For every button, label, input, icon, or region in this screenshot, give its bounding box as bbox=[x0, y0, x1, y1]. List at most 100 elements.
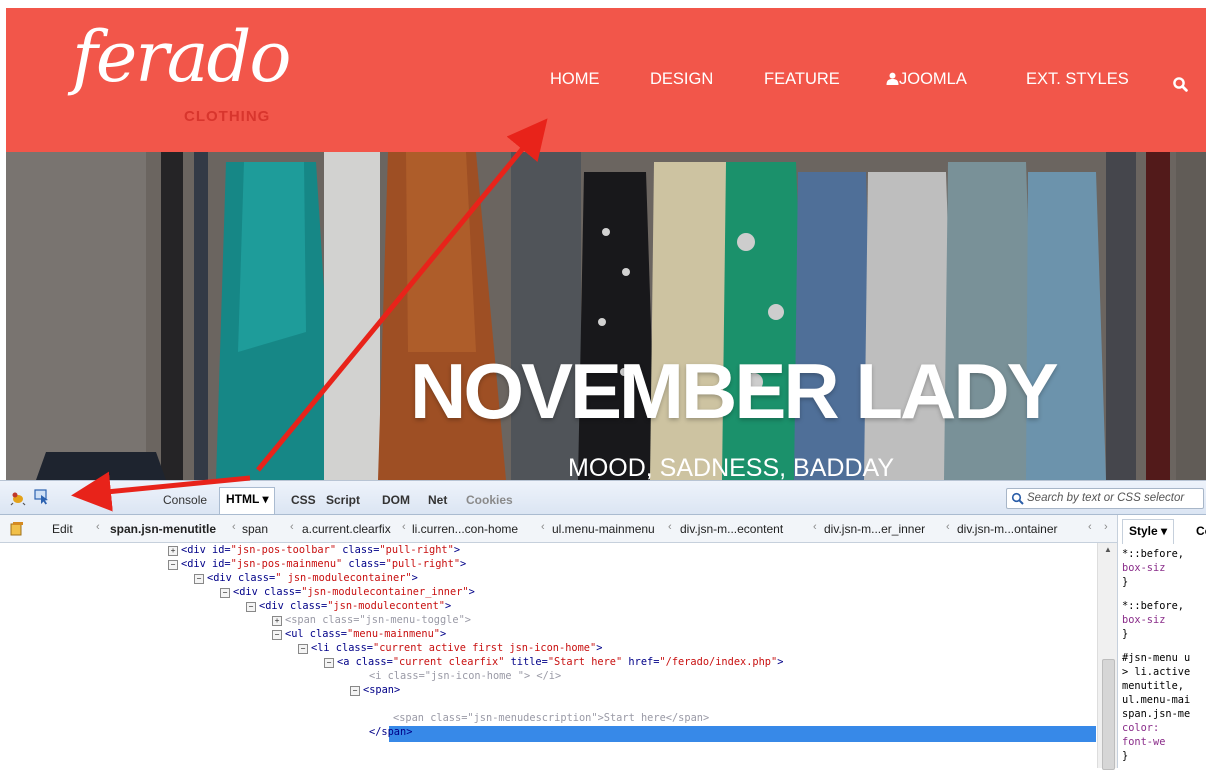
tag-close: > bbox=[411, 572, 418, 584]
chevron-left-icon[interactable]: ‹ bbox=[96, 521, 100, 533]
tab-script[interactable]: Script bbox=[326, 493, 360, 507]
tag-open: <a bbox=[337, 656, 350, 668]
html-node-line[interactable]: <div class=" jsn-modulecontainer"> bbox=[207, 571, 418, 585]
tab-console[interactable]: Console bbox=[163, 493, 207, 507]
site-logo[interactable]: ferado CLOTHING bbox=[72, 22, 292, 132]
html-node-line[interactable]: <li class="current active first jsn-icon… bbox=[311, 641, 602, 655]
chevron-down-icon: ▾ bbox=[262, 492, 269, 506]
html-node-line[interactable]: <ul class="menu-mainmenu"> bbox=[285, 627, 446, 641]
tab-cookies[interactable]: Cookies bbox=[466, 493, 513, 507]
nav-item-ext-styles[interactable]: EXT. STYLES bbox=[1026, 70, 1129, 89]
search-icon[interactable] bbox=[1172, 76, 1190, 94]
css-rule-line: span.jsn-me bbox=[1122, 708, 1191, 720]
collapse-toggle-icon[interactable]: − bbox=[350, 686, 360, 696]
tab-computed[interactable]: Co bbox=[1196, 524, 1206, 538]
tag-open: <span bbox=[363, 684, 394, 696]
tag-open: <div bbox=[181, 558, 206, 570]
collapse-toggle-icon[interactable]: − bbox=[324, 658, 334, 668]
collapse-toggle-icon[interactable]: − bbox=[246, 602, 256, 612]
attr-value: "jsn-pos-toolbar" bbox=[230, 544, 337, 556]
breadcrumb: Edit ‹ span.jsn-menutitle ‹ span ‹ a.cur… bbox=[0, 515, 1206, 543]
css-rule-line: ul.menu-mai bbox=[1122, 694, 1191, 706]
edit-mode-icon[interactable] bbox=[10, 521, 25, 536]
attr-name: class= bbox=[349, 656, 393, 668]
breadcrumb-item[interactable]: span bbox=[242, 522, 268, 536]
html-node-line[interactable]: <span class="jsn-menudescription">Start … bbox=[393, 711, 709, 725]
breadcrumb-item[interactable]: div.jsn-m...econtent bbox=[680, 522, 783, 536]
scroll-up-icon[interactable]: ▲ bbox=[1104, 545, 1112, 554]
firebug-bug-icon[interactable] bbox=[10, 490, 26, 506]
expand-toggle-icon[interactable]: + bbox=[168, 546, 178, 556]
nav-item-joomla[interactable]: JOOMLA bbox=[886, 70, 967, 89]
firebug-panel: Console HTML ▾ CSS Script DOM Net Cookie… bbox=[0, 480, 1206, 770]
tag-open: <ul bbox=[285, 628, 304, 640]
tag-close: > bbox=[468, 586, 475, 598]
inspect-element-icon[interactable] bbox=[34, 489, 50, 505]
breadcrumb-item[interactable]: span.jsn-menutitle bbox=[110, 522, 216, 536]
tab-html-label: HTML bbox=[226, 492, 260, 506]
site-header: ferado CLOTHING HOME DESIGN FEATURE JOOM… bbox=[6, 8, 1206, 152]
attr-value: "jsn-pos-mainmenu" bbox=[230, 558, 343, 570]
tab-css[interactable]: CSS bbox=[291, 493, 316, 507]
chevron-left-icon: ‹ bbox=[946, 521, 950, 533]
attr-value: "menu-mainmenu" bbox=[347, 628, 441, 640]
collapse-toggle-icon[interactable]: − bbox=[298, 644, 308, 654]
nav-item-feature[interactable]: FEATURE bbox=[764, 70, 840, 89]
scrollbar-thumb[interactable] bbox=[1102, 659, 1115, 770]
html-node-line[interactable]: <div id="jsn-pos-toolbar" class="pull-ri… bbox=[181, 543, 460, 557]
tab-net[interactable]: Net bbox=[428, 493, 447, 507]
css-rule-line: box-siz bbox=[1122, 614, 1166, 626]
attr-value: "pull-right" bbox=[379, 544, 454, 556]
selected-node-highlight bbox=[389, 726, 1096, 742]
html-node-line[interactable]: <span> bbox=[363, 683, 400, 697]
chevron-right-icon[interactable]: › bbox=[1104, 521, 1108, 533]
collapse-toggle-icon[interactable]: − bbox=[194, 574, 204, 584]
breadcrumb-item[interactable]: div.jsn-m...ontainer bbox=[957, 522, 1057, 536]
tag-close: > bbox=[394, 684, 401, 696]
html-node-line[interactable]: <a class="current clearfix" title="Start… bbox=[337, 655, 783, 669]
attr-value: "jsn-modulecontainer_inner" bbox=[301, 586, 469, 598]
attr-value: "Start here" bbox=[547, 656, 623, 668]
css-rule-line: box-siz bbox=[1122, 562, 1166, 574]
tag-open: <div bbox=[181, 544, 206, 556]
attr-value: " jsn-modulecontainer" bbox=[275, 572, 412, 584]
breadcrumb-item[interactable]: a.current.clearfix bbox=[302, 522, 391, 536]
nav-item-design[interactable]: DESIGN bbox=[650, 70, 713, 89]
search-icon bbox=[1011, 492, 1024, 505]
attr-name: class= bbox=[231, 572, 276, 584]
chevron-left-icon[interactable]: ‹ bbox=[1088, 521, 1092, 533]
html-tree-panel[interactable]: + <div id="jsn-pos-toolbar" class="pull-… bbox=[0, 543, 1117, 768]
tab-html[interactable]: HTML ▾ bbox=[219, 487, 276, 514]
html-node-line[interactable]: <div class="jsn-modulecontent"> bbox=[259, 599, 451, 613]
nav-item-home[interactable]: HOME bbox=[550, 70, 600, 89]
breadcrumb-item[interactable]: ul.menu-mainmenu bbox=[552, 522, 655, 536]
expand-toggle-icon[interactable]: + bbox=[272, 616, 282, 626]
attr-name: class= bbox=[329, 642, 374, 654]
breadcrumb-item[interactable]: div.jsn-m...er_inner bbox=[824, 522, 925, 536]
search-placeholder: Search by text or CSS selector bbox=[1027, 492, 1185, 504]
tab-dom[interactable]: DOM bbox=[382, 493, 410, 507]
html-node-line[interactable]: <i class="jsn-icon-home "> </i> bbox=[369, 669, 561, 683]
html-node-line[interactable]: <span class="jsn-menu-toggle"> bbox=[285, 613, 471, 627]
collapse-toggle-icon[interactable]: − bbox=[220, 588, 230, 598]
website-viewport: ferado CLOTHING HOME DESIGN FEATURE JOOM… bbox=[6, 8, 1206, 480]
html-node-line[interactable]: <div id="jsn-pos-mainmenu" class="pull-r… bbox=[181, 557, 466, 571]
chevron-left-icon: ‹ bbox=[813, 521, 817, 533]
edit-button[interactable]: Edit bbox=[52, 522, 73, 536]
logo-subtitle: CLOTHING bbox=[184, 108, 271, 125]
user-icon bbox=[886, 72, 899, 85]
chevron-left-icon: ‹ bbox=[668, 521, 672, 533]
collapse-toggle-icon[interactable]: − bbox=[168, 560, 178, 570]
attr-name: class= bbox=[303, 628, 348, 640]
tab-style[interactable]: Style ▾ bbox=[1122, 519, 1175, 544]
html-node-line-selected[interactable]: <span class="jsn-menutitle">Home</span> bbox=[393, 697, 635, 711]
hero-title: NOVEMBER LADY bbox=[410, 347, 1059, 435]
breadcrumb-item[interactable]: li.curren...con-home bbox=[412, 522, 518, 536]
collapse-toggle-icon[interactable]: − bbox=[272, 630, 282, 640]
html-panel-scrollbar[interactable]: ▲ bbox=[1097, 543, 1118, 770]
firebug-search-input[interactable]: Search by text or CSS selector bbox=[1006, 488, 1204, 509]
css-rule-line: } bbox=[1122, 628, 1129, 640]
attr-name: class= bbox=[257, 586, 302, 598]
html-node-line[interactable]: </span> bbox=[369, 725, 412, 739]
html-node-line[interactable]: <div class="jsn-modulecontainer_inner"> bbox=[233, 585, 475, 599]
